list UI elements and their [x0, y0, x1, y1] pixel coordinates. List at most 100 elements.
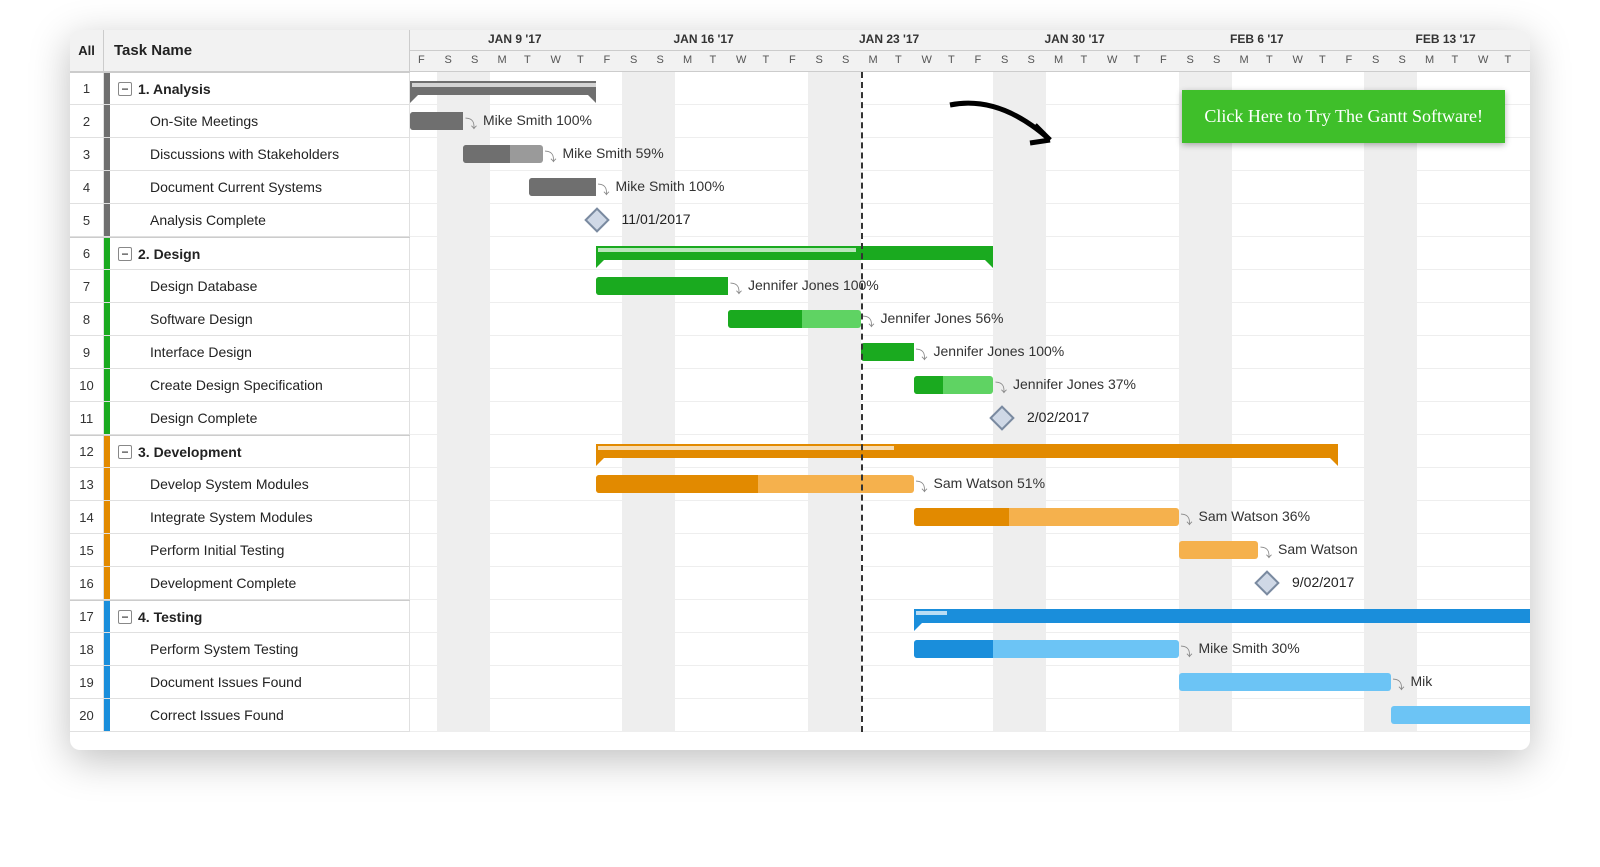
summary-bar[interactable]	[596, 444, 1338, 458]
milestone-diamond-icon[interactable]	[989, 405, 1014, 430]
gantt-row[interactable]: ⤵Jennifer Jones 56%	[410, 303, 1530, 336]
task-row[interactable]: 19Document Issues Found	[70, 666, 410, 699]
task-row[interactable]: 9Interface Design	[70, 336, 410, 369]
task-name-cell[interactable]: Perform Initial Testing	[110, 534, 410, 566]
task-bar-label: Jennifer Jones 100%	[748, 277, 879, 293]
collapse-toggle-icon[interactable]: −	[118, 610, 132, 624]
gantt-row[interactable]: 9/02/2017	[410, 567, 1530, 600]
task-name-cell[interactable]: Integrate System Modules	[110, 501, 410, 533]
day-label: M	[498, 54, 507, 66]
task-name-cell[interactable]: Design Complete	[110, 402, 410, 434]
task-bar[interactable]: Sam Watson 36%	[914, 508, 1179, 526]
select-all-column[interactable]: All	[70, 30, 104, 71]
gantt-row[interactable]	[410, 435, 1530, 468]
task-group-row[interactable]: 17−4. Testing	[70, 600, 410, 633]
task-name-cell[interactable]: −3. Development	[110, 436, 410, 467]
task-row[interactable]: 20Correct Issues Found	[70, 699, 410, 732]
task-bar[interactable]: Jennifer Jones 100%	[861, 343, 914, 361]
row-number: 8	[70, 303, 104, 335]
gantt-row[interactable]	[410, 237, 1530, 270]
task-bar[interactable]: Jennifer Jones 100%	[596, 277, 729, 295]
task-name-cell[interactable]: Analysis Complete	[110, 204, 410, 236]
task-row[interactable]: 7Design Database	[70, 270, 410, 303]
task-row[interactable]: 18Perform System Testing	[70, 633, 410, 666]
task-bar[interactable]	[1391, 706, 1531, 724]
task-row[interactable]: 14Integrate System Modules	[70, 501, 410, 534]
task-name-cell[interactable]: On-Site Meetings	[110, 105, 410, 137]
collapse-toggle-icon[interactable]: −	[118, 445, 132, 459]
task-bar[interactable]: Mik	[1179, 673, 1391, 691]
task-row[interactable]: 11Design Complete	[70, 402, 410, 435]
gantt-row[interactable]: ⤵Mike Smith 100%	[410, 171, 1530, 204]
task-name-cell[interactable]: −4. Testing	[110, 601, 410, 632]
task-name-cell[interactable]: Develop System Modules	[110, 468, 410, 500]
task-row[interactable]: 2On-Site Meetings	[70, 105, 410, 138]
task-bar[interactable]: Mike Smith 30%	[914, 640, 1179, 658]
gantt-row[interactable]: ⤵Jennifer Jones 100%	[410, 270, 1530, 303]
day-label: T	[763, 54, 770, 66]
task-name-header[interactable]: Task Name	[104, 30, 410, 71]
task-row[interactable]: 4Document Current Systems	[70, 171, 410, 204]
task-name-cell[interactable]: Software Design	[110, 303, 410, 335]
row-number: 15	[70, 534, 104, 566]
task-row[interactable]: 5Analysis Complete	[70, 204, 410, 237]
task-group-row[interactable]: 1−1. Analysis	[70, 72, 410, 105]
task-name: Development Complete	[150, 575, 296, 591]
collapse-toggle-icon[interactable]: −	[118, 82, 132, 96]
task-name-cell[interactable]: Perform System Testing	[110, 633, 410, 665]
task-bar[interactable]: Mike Smith 100%	[410, 112, 463, 130]
task-name-cell[interactable]: Interface Design	[110, 336, 410, 368]
summary-bar[interactable]	[596, 246, 994, 260]
gantt-row[interactable]: ⤵Mik	[410, 666, 1530, 699]
gantt-row[interactable]: ⤵Sam Watson 36%	[410, 501, 1530, 534]
timeline-header[interactable]: JAN 9 '17JAN 16 '17JAN 23 '17JAN 30 '17F…	[410, 30, 1530, 71]
task-row[interactable]: 15 Perform Initial Testing	[70, 534, 410, 567]
task-bar-label: Mike Smith 100%	[483, 112, 592, 128]
task-bar[interactable]: Jennifer Jones 56%	[728, 310, 861, 328]
task-name-cell[interactable]: Create Design Specification	[110, 369, 410, 401]
gantt-row[interactable]: ⤵Sam Watson 51%	[410, 468, 1530, 501]
task-row[interactable]: 13Develop System Modules	[70, 468, 410, 501]
task-bar[interactable]: Mike Smith 59%	[463, 145, 543, 163]
task-row[interactable]: 10Create Design Specification	[70, 369, 410, 402]
task-name-cell[interactable]: Document Issues Found	[110, 666, 410, 698]
gantt-row[interactable]: ⤵Jennifer Jones 100%	[410, 336, 1530, 369]
progress-fill	[596, 475, 758, 493]
task-row[interactable]: 3Discussions with Stakeholders	[70, 138, 410, 171]
task-group-row[interactable]: 6−2. Design	[70, 237, 410, 270]
gantt-row[interactable]: 11/01/2017	[410, 204, 1530, 237]
gantt-row[interactable]: ⤵	[410, 699, 1530, 732]
gantt-row[interactable]: ⤵Sam Watson	[410, 534, 1530, 567]
task-bar[interactable]: Sam Watson 51%	[596, 475, 914, 493]
task-name: Analysis Complete	[150, 212, 266, 228]
task-bar[interactable]: Sam Watson	[1179, 541, 1259, 559]
task-bar[interactable]: Jennifer Jones 37%	[914, 376, 994, 394]
day-label: W	[1478, 54, 1488, 66]
task-bar[interactable]: Mike Smith 100%	[529, 178, 595, 196]
progress-fill	[861, 343, 914, 361]
progress-fill	[728, 310, 802, 328]
gantt-row[interactable]: 2/02/2017	[410, 402, 1530, 435]
task-name-cell[interactable]: Design Database	[110, 270, 410, 302]
gantt-row[interactable]: ⤵Jennifer Jones 37%	[410, 369, 1530, 402]
collapse-toggle-icon[interactable]: −	[118, 247, 132, 261]
task-row[interactable]: 8Software Design	[70, 303, 410, 336]
summary-bar[interactable]	[410, 81, 596, 95]
task-name: Design Database	[150, 278, 257, 294]
task-group-row[interactable]: 12−3. Development	[70, 435, 410, 468]
cta-try-button[interactable]: Click Here to Try The Gantt Software!	[1182, 90, 1505, 143]
task-name-cell[interactable]: Discussions with Stakeholders	[110, 138, 410, 170]
task-name-cell[interactable]: −1. Analysis	[110, 73, 410, 104]
dependency-arrow-icon: ⤵	[1181, 643, 1193, 660]
task-name-cell[interactable]: Development Complete	[110, 567, 410, 599]
task-row[interactable]: 16Development Complete	[70, 567, 410, 600]
summary-bar[interactable]	[914, 609, 1531, 623]
task-name-cell[interactable]: −2. Design	[110, 238, 410, 269]
task-name: Perform Initial Testing	[150, 542, 284, 558]
task-name-cell[interactable]: Document Current Systems	[110, 171, 410, 203]
milestone-diamond-icon[interactable]	[584, 207, 609, 232]
gantt-row[interactable]	[410, 600, 1530, 633]
milestone-diamond-icon[interactable]	[1254, 570, 1279, 595]
task-name-cell[interactable]: Correct Issues Found	[110, 699, 410, 731]
gantt-row[interactable]: ⤵Mike Smith 30%	[410, 633, 1530, 666]
